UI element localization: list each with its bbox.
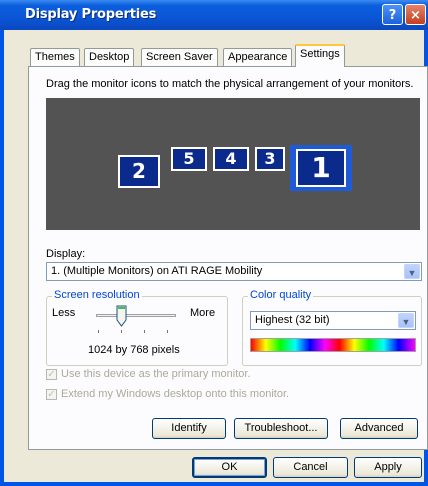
extend-desktop-checkbox[interactable]: ✓ bbox=[46, 389, 57, 400]
monitor-icon-4[interactable]: 4 bbox=[213, 147, 249, 171]
apply-button[interactable]: Apply bbox=[354, 457, 422, 478]
primary-monitor-label: Use this device as the primary monitor. bbox=[61, 368, 251, 380]
slider-tick bbox=[167, 330, 168, 333]
monitor-icon-2[interactable]: 2 bbox=[118, 155, 160, 188]
chevron-down-icon[interactable]: ▼ bbox=[398, 313, 414, 328]
chevron-down-icon[interactable]: ▼ bbox=[404, 264, 420, 279]
tab-themes[interactable]: Themes bbox=[30, 48, 80, 66]
display-select[interactable]: 1. (Multiple Monitors) on ATI RAGE Mobil… bbox=[46, 262, 422, 281]
ok-button[interactable]: OK bbox=[192, 457, 267, 478]
tab-settings[interactable]: Settings bbox=[295, 44, 345, 67]
color-quality-group bbox=[242, 296, 422, 366]
slider-tick bbox=[144, 330, 145, 333]
resolution-more-label: More bbox=[190, 307, 216, 319]
extend-desktop-label: Extend my Windows desktop onto this moni… bbox=[61, 388, 290, 400]
color-quality-value: Highest (32 bit) bbox=[255, 314, 330, 326]
resolution-slider-track[interactable] bbox=[96, 314, 176, 317]
tab-desktop[interactable]: Desktop bbox=[84, 48, 135, 66]
resolution-slider-thumb[interactable] bbox=[116, 305, 127, 327]
window-title: Display Properties bbox=[25, 7, 157, 22]
slider-tick bbox=[98, 330, 99, 333]
color-quality-select[interactable]: Highest (32 bit) ▼ bbox=[250, 311, 416, 330]
monitor-icon-1[interactable]: 1 bbox=[296, 149, 346, 187]
advanced-button[interactable]: Advanced bbox=[340, 418, 418, 439]
arrangement-instruction: Drag the monitor icons to match the phys… bbox=[46, 78, 414, 90]
resolution-less-label: Less bbox=[52, 307, 76, 319]
display-label: Display: bbox=[46, 248, 86, 260]
display-select-value: 1. (Multiple Monitors) on ATI RAGE Mobil… bbox=[51, 265, 263, 277]
close-button[interactable]: × bbox=[405, 4, 426, 25]
color-spectrum-preview bbox=[250, 338, 416, 352]
primary-monitor-checkbox[interactable]: ✓ bbox=[46, 369, 57, 380]
slider-tick bbox=[121, 330, 122, 333]
identify-button[interactable]: Identify bbox=[152, 418, 226, 439]
monitor-icon-3[interactable]: 3 bbox=[255, 147, 285, 171]
screen-resolution-title: Screen resolution bbox=[52, 289, 142, 301]
help-button[interactable]: ? bbox=[382, 4, 403, 25]
monitor-icon-5[interactable]: 5 bbox=[171, 147, 207, 171]
troubleshoot-button[interactable]: Troubleshoot... bbox=[234, 418, 328, 439]
color-quality-title: Color quality bbox=[248, 289, 314, 301]
tab-appearance[interactable]: Appearance bbox=[223, 48, 293, 66]
tab-screen-saver[interactable]: Screen Saver bbox=[141, 48, 218, 66]
resolution-value: 1024 by 768 pixels bbox=[88, 344, 180, 356]
cancel-button[interactable]: Cancel bbox=[273, 457, 348, 478]
